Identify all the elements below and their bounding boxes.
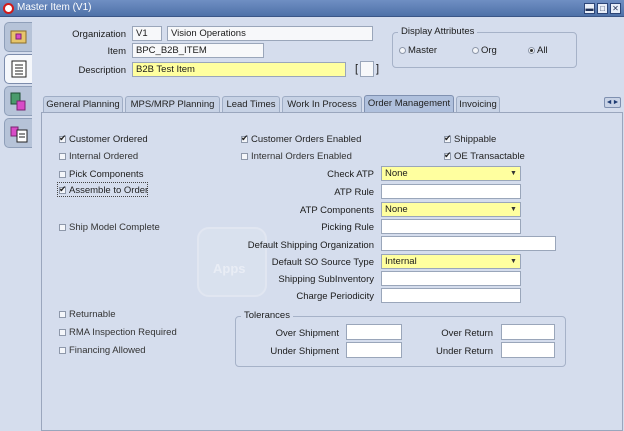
chevron-down-icon[interactable]: ▼ <box>509 169 518 178</box>
left-tab-item-attributes[interactable] <box>4 118 32 148</box>
charge-periodicity-field[interactable] <box>381 288 521 303</box>
internal-orders-enabled-label: Internal Orders Enabled <box>251 151 352 162</box>
check-atp-select[interactable]: None ▼ <box>381 166 521 181</box>
tab-invoicing[interactable]: Invoicing <box>456 96 500 113</box>
check-atp-label: Check ATP <box>327 169 374 180</box>
tab-mps-mrp-planning[interactable]: MPS/MRP Planning <box>125 96 220 113</box>
rma-inspection-required-checkbox[interactable] <box>59 329 66 336</box>
financing-allowed-label: Financing Allowed <box>69 345 146 356</box>
default-so-source-type-label: Default SO Source Type <box>271 257 374 268</box>
list-icon <box>11 60 27 78</box>
left-tab-item-cost[interactable] <box>4 86 32 116</box>
under-shipment-field[interactable] <box>346 342 402 358</box>
check-atp-value: None <box>385 168 408 179</box>
organization-label: Organization <box>72 29 126 40</box>
customer-orders-enabled-label: Customer Orders Enabled <box>251 134 362 145</box>
under-shipment-label: Under Shipment <box>270 346 339 357</box>
oe-transactable-label: OE Transactable <box>454 151 525 162</box>
flex-open-bracket: [ <box>355 63 359 75</box>
ship-model-complete-checkbox[interactable] <box>59 224 66 231</box>
oe-transactable-checkbox[interactable] <box>444 150 452 161</box>
rma-inspection-required-label: RMA Inspection Required <box>69 327 177 338</box>
default-shipping-org-label: Default Shipping Organization <box>247 240 374 251</box>
internal-orders-enabled-checkbox[interactable] <box>241 153 248 160</box>
customer-orders-enabled-checkbox[interactable] <box>241 133 249 144</box>
close-button[interactable]: ✕ <box>610 3 621 14</box>
left-tab-item-list[interactable] <box>4 54 32 84</box>
radio-all[interactable] <box>528 47 535 54</box>
pick-components-checkbox[interactable] <box>59 171 66 178</box>
over-return-label: Over Return <box>441 328 493 339</box>
atp-components-label: ATP Components <box>299 205 374 216</box>
default-so-source-type-select[interactable]: Internal ▼ <box>381 254 521 269</box>
description-field[interactable]: B2B Test Item <box>132 62 346 77</box>
internal-ordered-checkbox[interactable] <box>59 153 66 160</box>
oracle-app-icon <box>3 3 14 14</box>
descriptive-flexfield[interactable] <box>360 61 374 77</box>
title-bar <box>0 0 624 17</box>
radio-org-label: Org <box>481 45 497 56</box>
under-return-label: Under Return <box>435 346 493 357</box>
tab-lead-times[interactable]: Lead Times <box>222 96 280 113</box>
tab-general-planning[interactable]: General Planning <box>43 96 123 113</box>
folder-cube-icon <box>10 30 27 44</box>
shipping-subinventory-label: Shipping SubInventory <box>278 274 374 285</box>
picking-rule-field[interactable] <box>381 219 521 234</box>
cube-calculator-icon <box>10 92 26 111</box>
left-tab-item-folder[interactable] <box>4 22 32 52</box>
over-shipment-field[interactable] <box>346 324 402 340</box>
shipping-subinventory-field[interactable] <box>381 271 521 286</box>
maximize-button[interactable]: □ <box>597 3 608 14</box>
radio-all-label: All <box>537 45 548 56</box>
tab-work-in-process[interactable]: Work In Process <box>282 96 362 113</box>
display-attributes-legend: Display Attributes <box>398 26 478 37</box>
charge-periodicity-label: Charge Periodicity <box>296 291 374 302</box>
atp-rule-field[interactable] <box>381 184 521 199</box>
organization-code-field[interactable]: V1 <box>132 26 162 41</box>
under-return-field[interactable] <box>501 342 555 358</box>
flex-close-bracket: ] <box>376 63 380 75</box>
over-shipment-label: Over Shipment <box>275 328 339 339</box>
default-so-source-type-value: Internal <box>385 256 417 267</box>
window-title: Master Item (V1) <box>17 2 92 13</box>
tolerances-legend: Tolerances <box>241 310 293 321</box>
description-label: Description <box>78 65 126 76</box>
over-return-field[interactable] <box>501 324 555 340</box>
organization-name-field[interactable]: Vision Operations <box>167 26 373 41</box>
tab-scroll-arrows-icon[interactable]: ◄► <box>604 97 621 108</box>
chevron-down-icon[interactable]: ▼ <box>509 205 518 214</box>
picking-rule-label: Picking Rule <box>321 222 374 233</box>
radio-master-label: Master <box>408 45 438 56</box>
radio-master[interactable] <box>399 47 406 54</box>
atp-rule-label: ATP Rule <box>334 187 374 198</box>
pick-components-label: Pick Components <box>69 169 144 180</box>
shippable-label: Shippable <box>454 134 497 145</box>
minimize-button[interactable]: ▬ <box>584 3 595 14</box>
cube-list-icon <box>10 126 28 143</box>
internal-ordered-label: Internal Ordered <box>69 151 139 162</box>
customer-ordered-label: Customer Ordered <box>69 134 148 145</box>
shippable-checkbox[interactable] <box>444 133 452 144</box>
atp-components-value: None <box>385 204 408 215</box>
radio-org[interactable] <box>472 47 479 54</box>
returnable-label: Returnable <box>69 309 116 320</box>
default-shipping-org-field[interactable] <box>381 236 556 251</box>
atp-components-select[interactable]: None ▼ <box>381 202 521 217</box>
item-field[interactable]: BPC_B2B_ITEM <box>132 43 264 58</box>
assemble-to-order-checkbox[interactable] <box>59 184 67 195</box>
financing-allowed-checkbox[interactable] <box>59 347 66 354</box>
assemble-to-order-label: Assemble to Order <box>69 185 149 196</box>
returnable-checkbox[interactable] <box>59 311 66 318</box>
item-label: Item <box>107 46 126 57</box>
ship-model-complete-label: Ship Model Complete <box>69 222 160 233</box>
chevron-down-icon[interactable]: ▼ <box>509 257 518 266</box>
tab-order-management[interactable]: Order Management <box>364 95 454 113</box>
customer-ordered-checkbox[interactable] <box>59 133 67 144</box>
